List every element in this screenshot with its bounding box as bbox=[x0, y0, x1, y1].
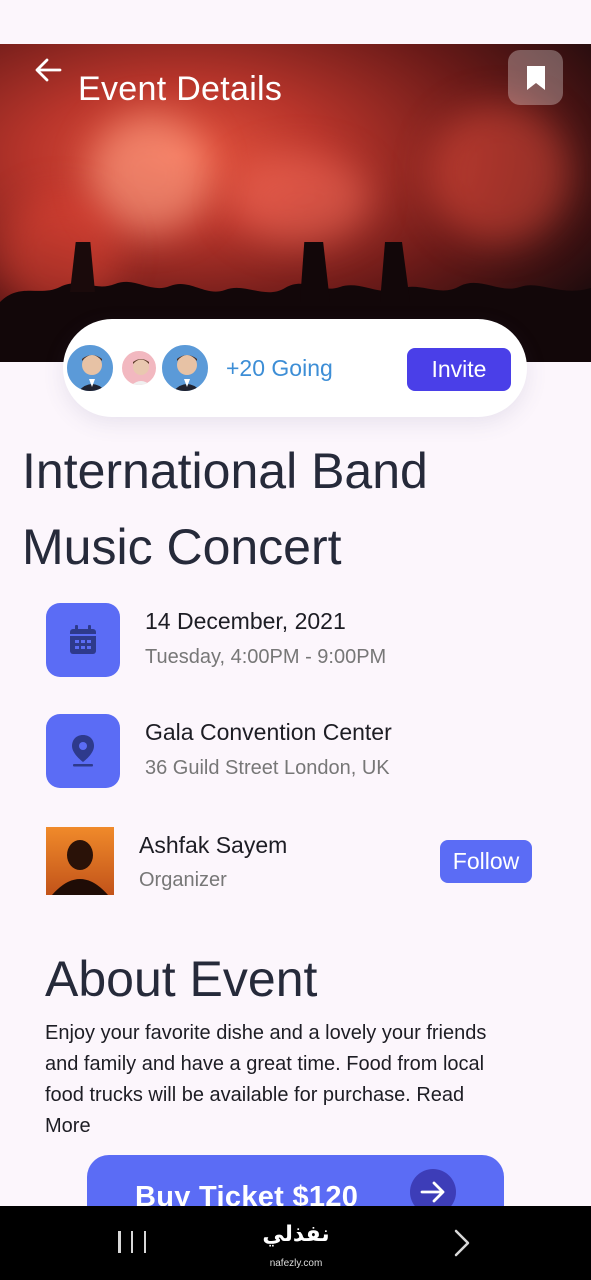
status-bar bbox=[0, 0, 591, 44]
organizer-name: Ashfak Sayem bbox=[139, 832, 288, 858]
follow-button[interactable]: Follow bbox=[440, 840, 532, 883]
attendee-avatar bbox=[120, 349, 158, 387]
watermark-url: nafezly.com bbox=[269, 1258, 323, 1269]
page-title: Event Details bbox=[78, 70, 283, 108]
attendee-avatar bbox=[65, 343, 115, 393]
recents-icon[interactable] bbox=[118, 1228, 146, 1256]
venue-name: Gala Convention Center bbox=[145, 719, 392, 745]
organizer-role: Organizer bbox=[139, 869, 227, 891]
back-chevron-icon[interactable] bbox=[450, 1228, 474, 1258]
location-row: Gala Convention Center 36 Guild Street L… bbox=[46, 714, 546, 790]
location-pin-icon bbox=[46, 714, 120, 788]
attendance-card: +20 Going Invite bbox=[63, 319, 527, 417]
event-date: 14 December, 2021 bbox=[145, 608, 346, 634]
home-button[interactable]: نفذلي nafezly.com bbox=[258, 1222, 334, 1274]
calendar-icon bbox=[46, 603, 120, 677]
attendee-avatar bbox=[160, 343, 210, 393]
bookmark-button[interactable] bbox=[508, 50, 563, 105]
about-description: Enjoy your favorite dishe and a lovely y… bbox=[45, 1018, 505, 1142]
going-count: +20 Going bbox=[226, 355, 333, 381]
invite-button[interactable]: Invite bbox=[407, 348, 511, 391]
about-heading: About Event bbox=[45, 951, 318, 1007]
bookmark-icon bbox=[526, 65, 545, 90]
watermark-logo: نفذلي bbox=[262, 1222, 330, 1247]
date-row: 14 December, 2021 Tuesday, 4:00PM - 9:00… bbox=[46, 603, 546, 679]
back-button[interactable] bbox=[28, 52, 68, 88]
arrow-left-icon bbox=[35, 58, 62, 82]
event-title: International Band Music Concert bbox=[22, 443, 428, 575]
organizer-avatar bbox=[46, 827, 114, 895]
venue-address: 36 Guild Street London, UK bbox=[145, 757, 390, 779]
event-time: Tuesday, 4:00PM - 9:00PM bbox=[145, 646, 387, 668]
system-navigation-bar: نفذلي nafezly.com bbox=[0, 1206, 591, 1280]
